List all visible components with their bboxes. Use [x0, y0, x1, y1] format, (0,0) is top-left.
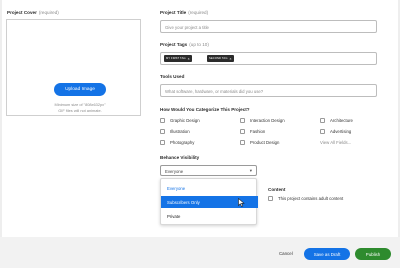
chevron-down-icon: ▾ [249, 168, 252, 173]
category-label: Graphic Design [170, 118, 200, 123]
publish-button[interactable]: Publish [355, 248, 391, 260]
project-title-input[interactable]: Give your project a title [160, 20, 377, 33]
category-label: Illustration [170, 129, 190, 134]
category-checkbox[interactable] [160, 118, 165, 123]
view-all-fields-link[interactable]: View All Fields... [320, 140, 351, 145]
category-checkbox[interactable] [160, 129, 165, 134]
category-checkbox[interactable] [160, 140, 165, 145]
cover-upload-area[interactable]: Upload Image Minimum size of "808x632px"… [6, 19, 141, 116]
cover-size-note: Minimum size of "808x632px" [54, 102, 106, 107]
visibility-label: Behance Visibility [160, 155, 200, 160]
content-label: Content [268, 187, 286, 192]
remove-tag-icon[interactable]: × [188, 57, 190, 61]
tag-chip-label: MY FIRST TAG [166, 57, 186, 60]
project-title-label-text: Project Title [160, 10, 187, 15]
category-checkbox[interactable] [240, 118, 245, 123]
categories-label: How Would You Categorize This Project? [160, 107, 250, 112]
tags-limit-hint: (up to 10) [189, 42, 209, 47]
cancel-button[interactable]: Cancel [279, 251, 293, 256]
visibility-select[interactable]: Everyone ▾ [160, 165, 257, 176]
required-hint: (required) [188, 10, 209, 15]
adult-content-label: This project contains adult content [278, 196, 344, 201]
category-label: Architecture [330, 118, 353, 123]
visibility-selected-value: Everyone [165, 168, 184, 174]
cover-gif-note: GIF files will not animate. [58, 108, 102, 113]
adult-content-checkbox[interactable] [268, 196, 273, 201]
category-checkbox[interactable] [320, 129, 325, 134]
project-cover-label: Project Cover (required) [7, 10, 59, 15]
category-label: Photography [170, 140, 195, 145]
project-tags-label: Project Tags (up to 10) [160, 42, 209, 47]
category-checkbox[interactable] [240, 140, 245, 145]
tag-chip[interactable]: SECOND TAG × [207, 55, 234, 62]
tools-used-placeholder: What software, hardware, or materials di… [165, 88, 264, 94]
tag-chip-label: SECOND TAG [209, 57, 228, 60]
category-label: Advertising [330, 129, 352, 134]
project-title-label: Project Title (required) [160, 10, 208, 15]
project-tags-input[interactable] [160, 52, 377, 65]
category-label: Interaction Design [250, 118, 285, 123]
project-tags-label-text: Project Tags [160, 42, 188, 47]
upload-image-button[interactable]: Upload Image [54, 83, 106, 96]
project-cover-label-text: Project Cover [7, 10, 37, 15]
project-title-placeholder: Give your project a title [165, 24, 209, 30]
tag-chip[interactable]: MY FIRST TAG × [164, 55, 192, 62]
category-label: Product Design [250, 140, 280, 145]
category-checkbox[interactable] [320, 118, 325, 123]
category-checkbox[interactable] [240, 129, 245, 134]
required-hint: (required) [38, 10, 59, 15]
save-as-draft-button[interactable]: Save as Draft [304, 248, 350, 260]
mouse-cursor-icon [238, 198, 245, 207]
category-label: Fashion [250, 129, 266, 134]
tools-used-label: Tools Used [160, 74, 185, 79]
visibility-option[interactable]: Everyone [161, 182, 258, 194]
visibility-option[interactable]: Private [161, 210, 258, 222]
tools-used-input[interactable]: What software, hardware, or materials di… [160, 84, 377, 97]
remove-tag-icon[interactable]: × [230, 57, 232, 61]
